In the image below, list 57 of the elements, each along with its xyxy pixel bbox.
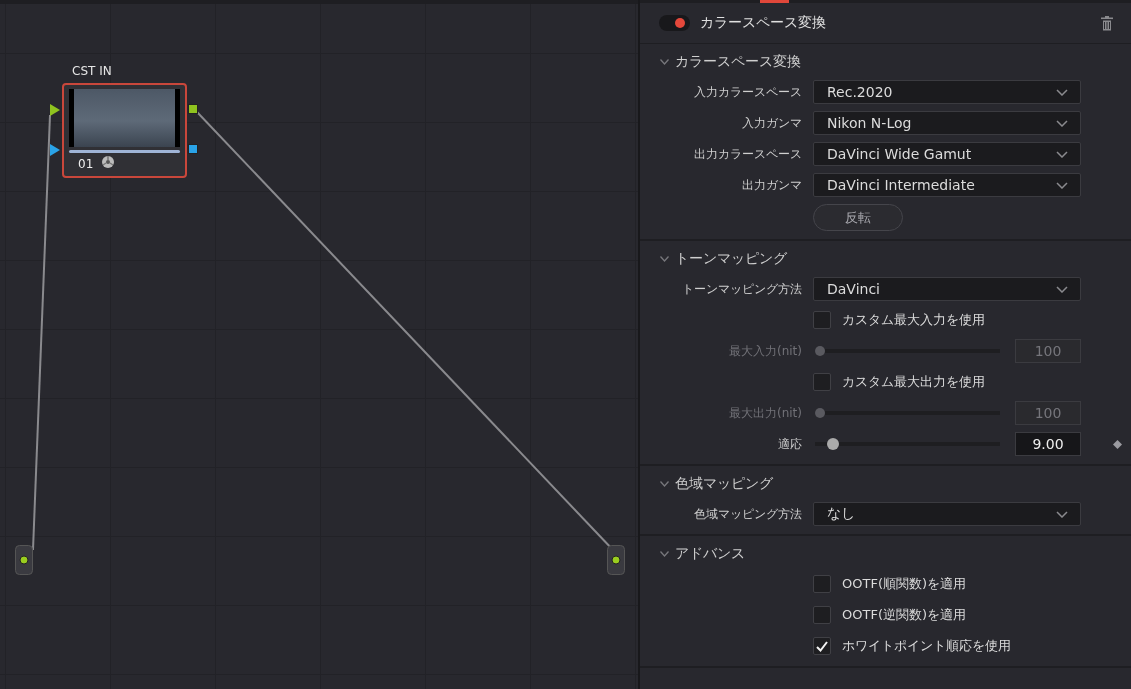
- effect-title: カラースペース変換: [700, 14, 827, 32]
- field-label: 出力ガンマ: [741, 176, 802, 194]
- field-label: 入力カラースペース: [693, 83, 802, 101]
- dropdown[interactable]: Rec.2020: [813, 80, 1081, 104]
- slider-label: 適応: [777, 435, 802, 453]
- checkbox-label: カスタム最大入力を使用: [842, 311, 985, 329]
- dropdown[interactable]: DaVinci: [813, 277, 1081, 301]
- dropdown[interactable]: なし: [813, 502, 1081, 526]
- input-triangle-icon[interactable]: [50, 104, 60, 116]
- trash-icon[interactable]: [1101, 15, 1113, 31]
- checkbox[interactable]: [813, 637, 831, 655]
- dropdown[interactable]: Nikon N-Log: [813, 111, 1081, 135]
- checkbox[interactable]: [813, 575, 831, 593]
- caret-icon: [1056, 285, 1068, 293]
- caret-icon: [1056, 181, 1068, 189]
- chevron-icon[interactable]: [660, 59, 669, 65]
- dropdown[interactable]: DaVinci Intermediate: [813, 173, 1081, 197]
- section-title[interactable]: カラースペース変換: [675, 53, 801, 71]
- checkbox[interactable]: [813, 311, 831, 329]
- node[interactable]: 01: [62, 83, 187, 178]
- caret-icon: [1056, 119, 1068, 127]
- dropdown[interactable]: DaVinci Wide Gamut: [813, 142, 1081, 166]
- output-square-icon[interactable]: [188, 104, 198, 114]
- caret-icon: [1056, 510, 1068, 518]
- keyframe-diamond-icon[interactable]: [1113, 439, 1122, 449]
- section-title[interactable]: アドバンス: [675, 545, 745, 563]
- value-field[interactable]: 9.00: [1015, 432, 1081, 456]
- field-label: トーンマッピング方法: [681, 280, 802, 298]
- enable-toggle[interactable]: [659, 15, 690, 31]
- slider-label: 最大入力(nit): [728, 342, 802, 360]
- section-title[interactable]: トーンマッピング: [675, 250, 787, 268]
- slider-thumb[interactable]: [827, 438, 840, 450]
- chevron-icon[interactable]: [660, 551, 669, 557]
- input-triangle-icon[interactable]: [50, 144, 60, 156]
- checkbox-label: OOTF(逆関数)を適用: [842, 606, 967, 624]
- field-label: 出力カラースペース: [693, 145, 802, 163]
- chevron-icon[interactable]: [660, 481, 669, 487]
- checkbox-label: OOTF(順関数)を適用: [842, 575, 967, 593]
- invert-button[interactable]: 反転: [813, 204, 903, 231]
- section-title[interactable]: 色域マッピング: [675, 475, 773, 493]
- output-square-icon[interactable]: [188, 144, 198, 154]
- field-label: 入力ガンマ: [741, 114, 802, 132]
- node-number: 01: [78, 157, 94, 171]
- caret-icon: [1056, 88, 1068, 96]
- checkbox-label: カスタム最大出力を使用: [842, 373, 985, 391]
- output-node-icon[interactable]: [607, 545, 625, 575]
- checkbox[interactable]: [813, 606, 831, 624]
- caret-icon: [1056, 150, 1068, 158]
- checkbox-label: ホワイトポイント順応を使用: [842, 637, 1011, 655]
- field-label: 色域マッピング方法: [693, 505, 802, 523]
- node-label: CST IN: [72, 64, 112, 78]
- slider-label: 最大出力(nit): [728, 404, 802, 422]
- checkbox[interactable]: [813, 373, 831, 391]
- source-node-icon[interactable]: [15, 545, 33, 575]
- disc-icon: [101, 155, 115, 169]
- chevron-icon[interactable]: [660, 256, 669, 262]
- tab-indicator: [760, 0, 789, 3]
